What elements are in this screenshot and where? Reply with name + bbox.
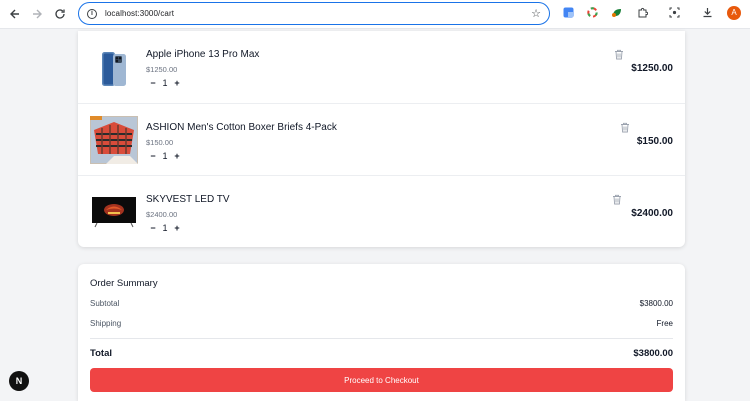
checkout-button[interactable]: Proceed to Checkout (90, 368, 673, 392)
line-total: $2400.00 (631, 208, 673, 219)
product-image-iphone[interactable] (90, 45, 138, 93)
cart-item: Apple iPhone 13 Pro Max $1250.00 − 1 + $… (78, 31, 685, 103)
subtotal-value: $3800.00 (639, 299, 673, 308)
extensions-puzzle-icon[interactable] (636, 6, 649, 19)
extension-color-icon[interactable] (586, 6, 599, 19)
cart-item: ASHION Men's Cotton Boxer Briefs 4-Pack … (78, 103, 685, 175)
quantity-value: 1 (162, 151, 168, 161)
decrease-quantity-button[interactable]: − (148, 78, 158, 88)
product-name[interactable]: SKYVEST LED TV (146, 194, 230, 205)
summary-divider (90, 338, 673, 339)
quantity-stepper: − 1 + (148, 151, 182, 161)
shipping-value: Free (656, 319, 673, 328)
trash-icon[interactable] (620, 122, 630, 133)
line-total: $150.00 (636, 136, 673, 147)
download-icon[interactable] (701, 6, 714, 19)
back-arrow-icon[interactable] (3, 2, 27, 26)
product-image-boxer-briefs[interactable] (90, 116, 138, 164)
url-text[interactable]: localhost:3000/cart (105, 9, 174, 18)
unit-price: $150.00 (146, 138, 174, 147)
unit-price: $1250.00 (146, 65, 178, 74)
quantity-value: 1 (162, 223, 168, 233)
total-value: $3800.00 (633, 348, 673, 359)
quantity-value: 1 (162, 78, 168, 88)
cart-item: SKYVEST LED TV $2400.00 − 1 + $2400.00 (78, 175, 685, 247)
extension-leaf-icon[interactable] (610, 6, 623, 19)
shipping-label: Shipping (90, 319, 122, 328)
decrease-quantity-button[interactable]: − (148, 151, 158, 161)
total-label: Total (90, 348, 112, 359)
order-summary-title: Order Summary (90, 278, 158, 289)
toolbar-divider (0, 28, 750, 29)
increase-quantity-button[interactable]: + (172, 151, 182, 161)
unit-price: $2400.00 (146, 210, 178, 219)
screenshot-icon[interactable] (668, 6, 681, 19)
nextjs-dev-badge[interactable]: N (9, 371, 29, 391)
decrease-quantity-button[interactable]: − (148, 223, 158, 233)
reload-icon[interactable] (48, 2, 72, 26)
trash-icon[interactable] (612, 194, 622, 205)
bookmark-star-icon[interactable]: ☆ (531, 7, 541, 20)
browser-toolbar: i localhost:3000/cart ☆ A (0, 0, 750, 28)
quantity-stepper: − 1 + (148, 78, 182, 88)
product-name[interactable]: Apple iPhone 13 Pro Max (146, 49, 259, 60)
address-bar[interactable]: i localhost:3000/cart ☆ (78, 2, 550, 25)
profile-avatar[interactable]: A (727, 6, 741, 20)
order-summary-card: Order Summary Subtotal $3800.00 Shipping… (78, 264, 685, 401)
product-image-led-tv[interactable] (90, 188, 138, 236)
site-info-icon[interactable]: i (87, 8, 97, 19)
subtotal-label: Subtotal (90, 299, 120, 308)
product-name[interactable]: ASHION Men's Cotton Boxer Briefs 4-Pack (146, 122, 337, 133)
increase-quantity-button[interactable]: + (172, 78, 182, 88)
extension-translate-icon[interactable] (562, 6, 575, 19)
forward-arrow-icon[interactable] (25, 2, 49, 26)
quantity-stepper: − 1 + (148, 223, 182, 233)
trash-icon[interactable] (614, 49, 624, 60)
increase-quantity-button[interactable]: + (172, 223, 182, 233)
cart-items-card: Apple iPhone 13 Pro Max $1250.00 − 1 + $… (78, 31, 685, 247)
line-total: $1250.00 (631, 63, 673, 74)
